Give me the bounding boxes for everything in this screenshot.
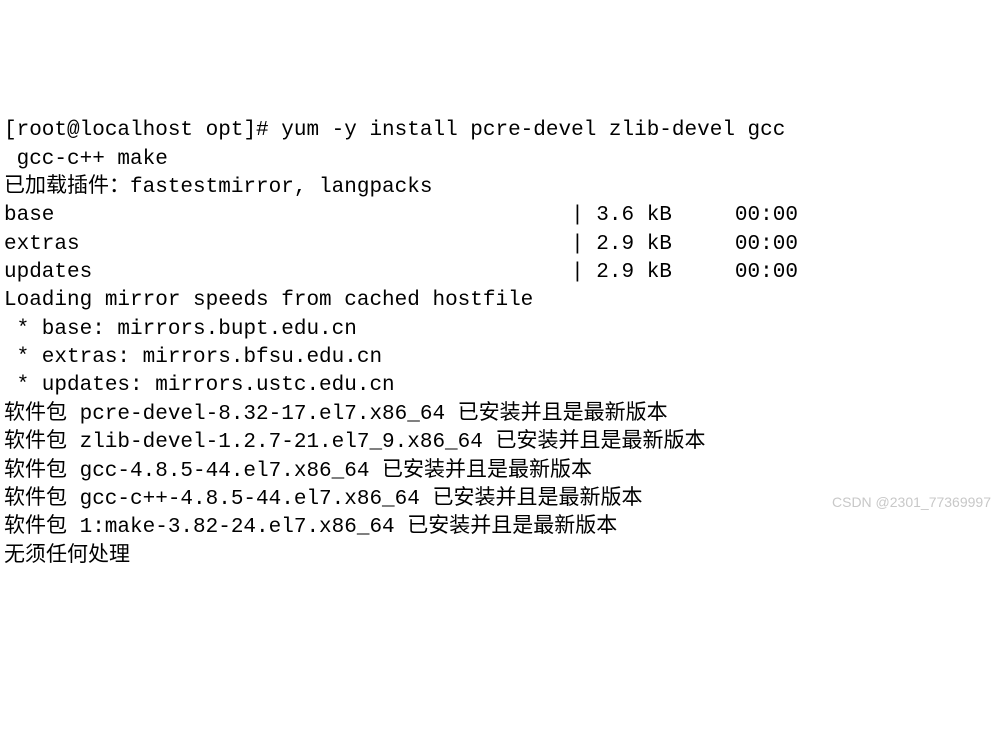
watermark: CSDN @2301_77369997 [832,493,991,512]
